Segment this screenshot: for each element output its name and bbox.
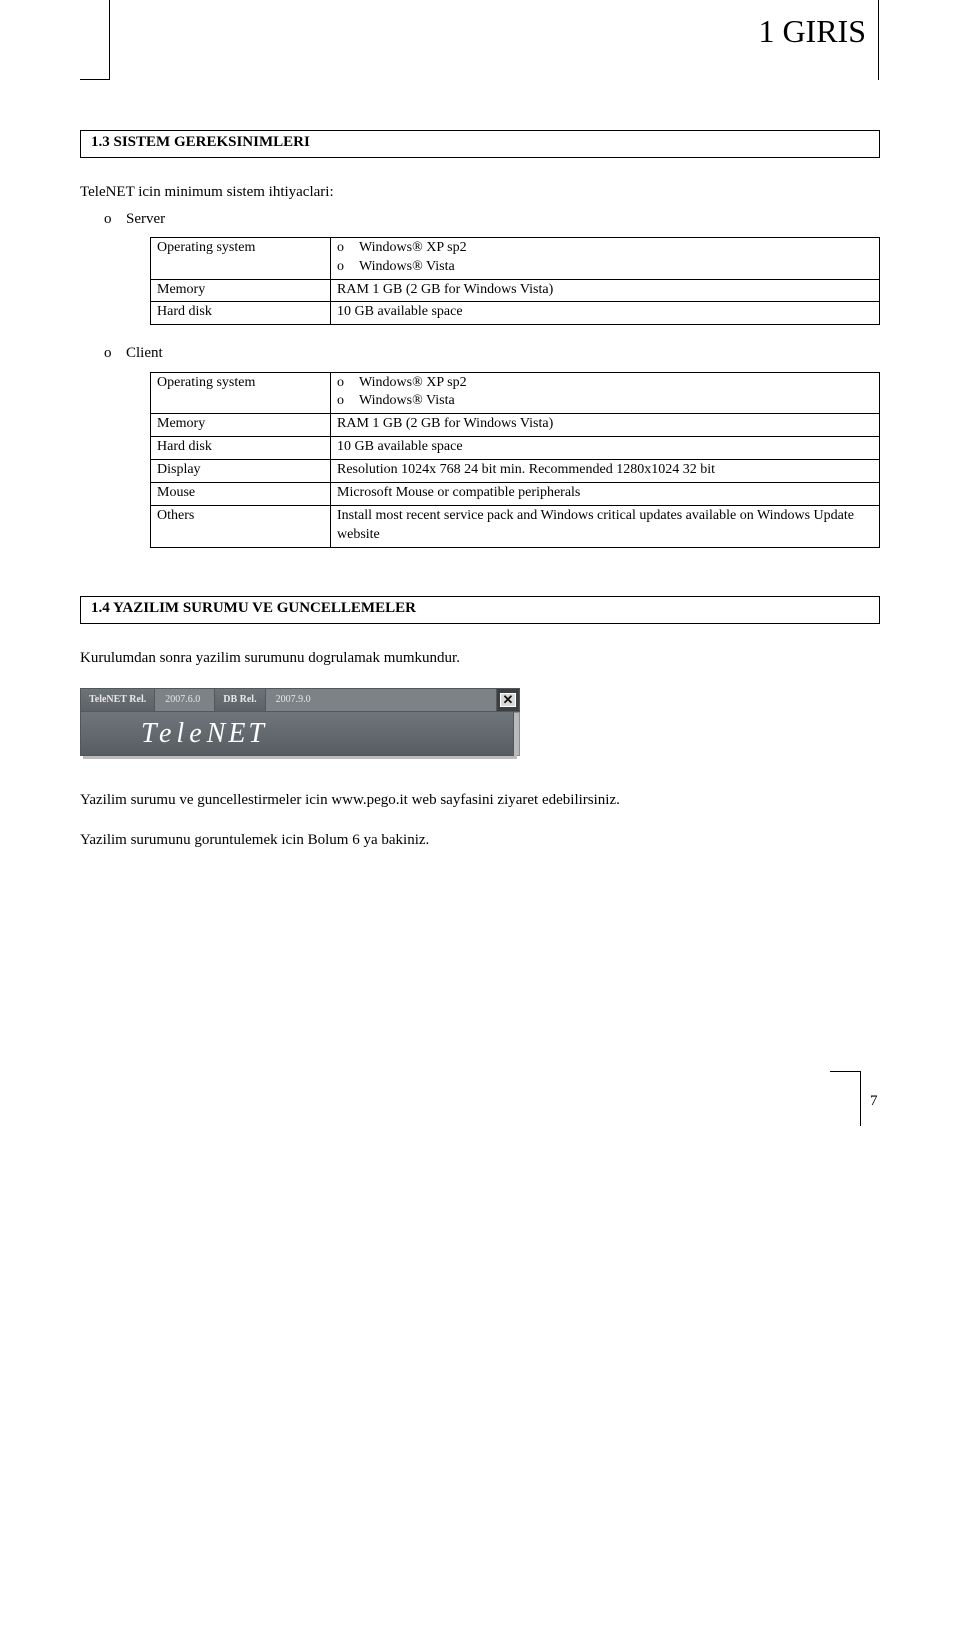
table-key: Memory [151, 414, 331, 437]
page-number: 7 [870, 1091, 878, 1111]
telenet-release-value: 2007.6.0 [154, 688, 214, 712]
table-row: Hard disk10 GB available space [151, 437, 880, 460]
table-key: Hard disk [151, 302, 331, 325]
table-value: 10 GB available space [331, 437, 880, 460]
section-1-4-p1: Kurulumdan sonra yazilim surumunu dogrul… [80, 648, 880, 668]
server-label: Server [126, 211, 165, 227]
client-requirements-table: Operating systemoWindows® XP sp2oWindows… [150, 372, 880, 548]
toolbar-top-row: TeleNET Rel. 2007.6.0 DB Rel. 2007.9.0 ✕ [80, 688, 520, 712]
table-row: Operating systemoWindows® XP sp2oWindows… [151, 237, 880, 279]
list-marker: o [104, 209, 126, 229]
list-marker: o [104, 343, 126, 363]
section-1-3-intro: TeleNET icin minimum sistem ihtiyaclari: [80, 182, 880, 202]
footer-rule-h [830, 1071, 860, 1072]
version-toolbar-figure: TeleNET Rel. 2007.6.0 DB Rel. 2007.9.0 ✕… [80, 688, 880, 756]
server-list-item: oServer [104, 209, 880, 229]
page-footer: 7 [80, 1071, 880, 1131]
table-value: oWindows® XP sp2oWindows® Vista [331, 237, 880, 279]
client-list-item: oClient [104, 343, 880, 363]
header-left-bracket [80, 0, 110, 80]
client-label: Client [126, 345, 163, 361]
table-value: Install most recent service pack and Win… [331, 505, 880, 547]
section-1-4-p3: Yazilim surumunu goruntulemek icin Bolum… [80, 830, 880, 850]
table-row: Hard disk10 GB available space [151, 302, 880, 325]
table-value-text: Windows® XP sp2 [359, 240, 467, 255]
table-value: oWindows® XP sp2oWindows® Vista [331, 372, 880, 414]
section-1-3-heading: 1.3 SISTEM GEREKSINIMLERI [91, 132, 869, 152]
telenet-logo-bar: TeleNET [80, 712, 514, 756]
page-title: 1 GIRIS [758, 10, 866, 53]
table-row: OthersInstall most recent service pack a… [151, 505, 880, 547]
table-row: MouseMicrosoft Mouse or compatible perip… [151, 483, 880, 506]
table-value: RAM 1 GB (2 GB for Windows Vista) [331, 414, 880, 437]
table-key: Mouse [151, 483, 331, 506]
table-key: Hard disk [151, 437, 331, 460]
table-row: DisplayResolution 1024x 768 24 bit min. … [151, 460, 880, 483]
table-value-text: Windows® Vista [359, 393, 455, 408]
table-value: Resolution 1024x 768 24 bit min. Recomme… [331, 460, 880, 483]
section-1-4-p2: Yazilim surumu ve guncellestirmeler icin… [80, 790, 880, 810]
db-release-label: DB Rel. [214, 688, 264, 712]
page-header: 1 GIRIS [80, 40, 880, 80]
table-row: MemoryRAM 1 GB (2 GB for Windows Vista) [151, 414, 880, 437]
logo-net: NET [207, 715, 267, 753]
section-1-3-heading-box: 1.3 SISTEM GEREKSINIMLERI [80, 130, 880, 158]
section-1-4-heading: 1.4 YAZILIM SURUMU VE GUNCELLEMELER [91, 598, 869, 618]
table-row: MemoryRAM 1 GB (2 GB for Windows Vista) [151, 279, 880, 302]
table-value: 10 GB available space [331, 302, 880, 325]
list-marker: o [337, 392, 359, 411]
table-value: Microsoft Mouse or compatible peripheral… [331, 483, 880, 506]
table-value-text: Windows® XP sp2 [359, 375, 467, 390]
db-release-value: 2007.9.0 [265, 688, 496, 712]
close-icon: ✕ [500, 693, 516, 707]
table-row: Operating systemoWindows® XP sp2oWindows… [151, 372, 880, 414]
section-1-4-heading-box: 1.4 YAZILIM SURUMU VE GUNCELLEMELER [80, 596, 880, 624]
table-value-text: Windows® Vista [359, 259, 455, 274]
footer-rule-v [860, 1071, 861, 1126]
telenet-release-label: TeleNET Rel. [80, 688, 154, 712]
list-marker: o [337, 239, 359, 258]
table-key: Display [151, 460, 331, 483]
list-marker: o [337, 374, 359, 393]
close-button[interactable]: ✕ [496, 688, 520, 712]
toolbar-right-edge [514, 712, 520, 756]
table-key: Operating system [151, 237, 331, 279]
list-marker: o [337, 258, 359, 277]
server-requirements-table: Operating systemoWindows® XP sp2oWindows… [150, 237, 880, 326]
table-key: Memory [151, 279, 331, 302]
table-key: Others [151, 505, 331, 547]
table-value: RAM 1 GB (2 GB for Windows Vista) [331, 279, 880, 302]
header-right-rule [878, 0, 880, 80]
table-key: Operating system [151, 372, 331, 414]
logo-tele: Tele [141, 715, 207, 753]
